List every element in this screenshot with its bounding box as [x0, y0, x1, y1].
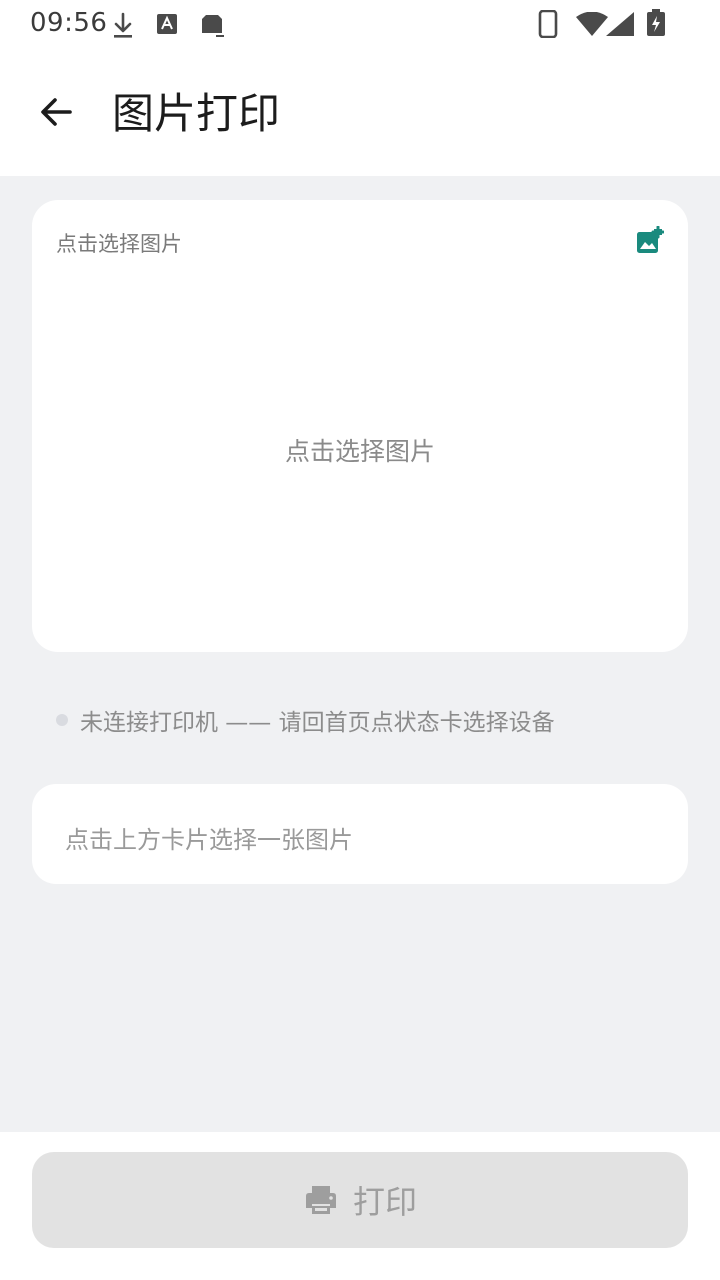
- battery-charging-icon: [646, 9, 666, 37]
- hint-text: 点击上方卡片选择一张图片: [65, 826, 353, 854]
- print-button-label: 打印: [352, 1183, 417, 1221]
- picker-placeholder-text: 点击选择图片: [284, 437, 435, 466]
- bottom-bar: 打印: [0, 1132, 720, 1280]
- arrow-back-icon: [41, 98, 72, 126]
- add-photo-icon[interactable]: [636, 225, 665, 254]
- print-button[interactable]: 打印: [32, 1152, 688, 1248]
- picker-label: 点击选择图片: [56, 232, 182, 256]
- phone-icon: [538, 10, 558, 38]
- font-icon: [156, 13, 178, 35]
- back-button[interactable]: [28, 84, 84, 140]
- wifi-icon: [576, 12, 608, 36]
- printer-status-text: 未连接打印机 —— 请回首页点状态卡选择设备: [80, 710, 555, 736]
- hint-card: 点击上方卡片选择一张图片: [32, 784, 688, 884]
- image-picker-card[interactable]: 点击选择图片 点击选择图片: [32, 200, 688, 652]
- printer-status: 未连接打印机 —— 请回首页点状态卡选择设备: [56, 704, 555, 736]
- sd-card-icon: [200, 13, 226, 39]
- download-icon: [112, 12, 134, 40]
- printer-icon: [305, 1186, 336, 1214]
- status-bar: 09:56: [0, 0, 720, 48]
- status-time: 09:56: [30, 8, 108, 38]
- app-bar: 图片打印: [0, 48, 720, 176]
- signal-icon: [606, 12, 634, 36]
- page-title: 图片打印: [112, 89, 281, 138]
- status-dot: [56, 714, 68, 726]
